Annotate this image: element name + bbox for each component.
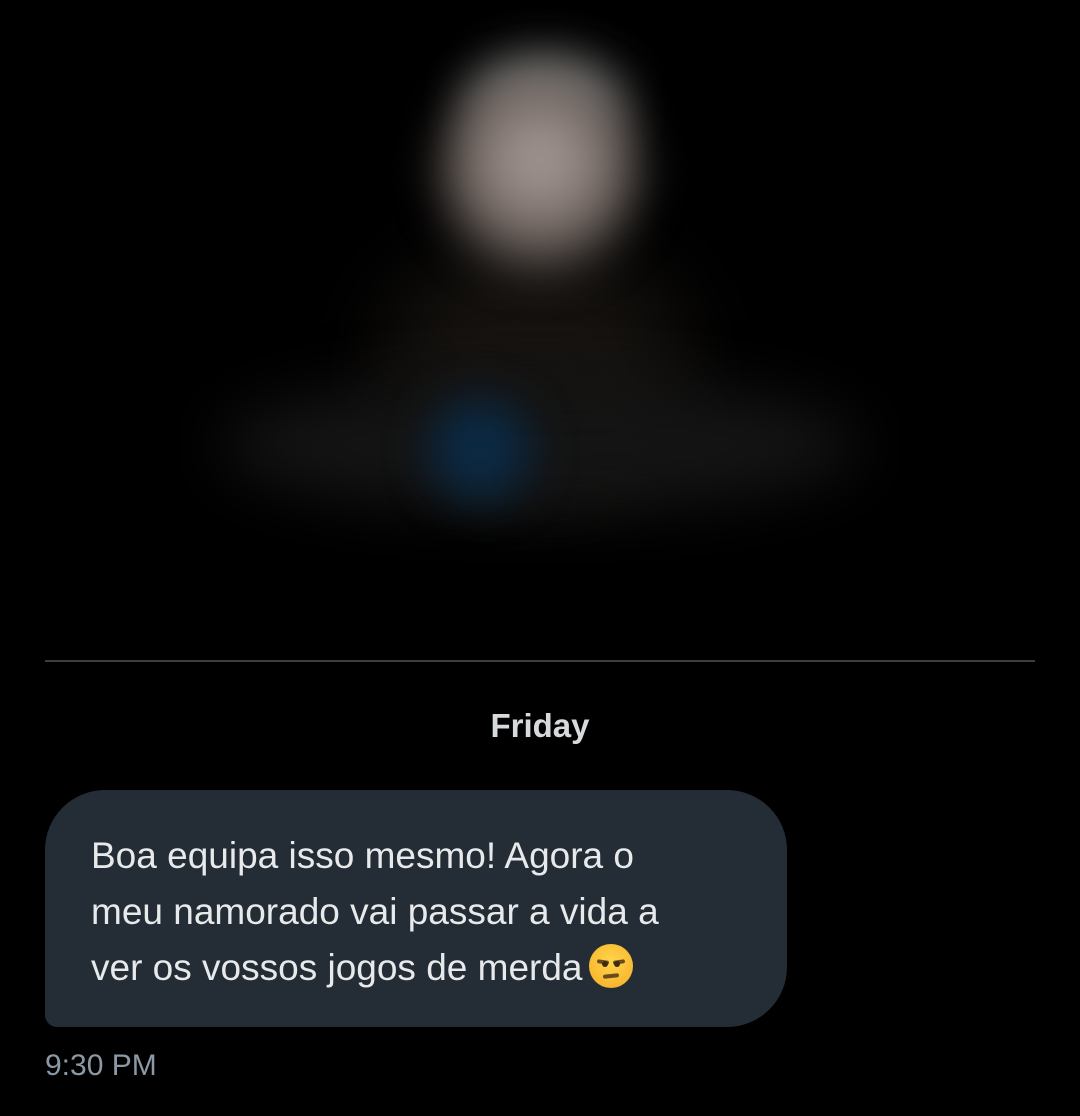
date-separator: Friday — [490, 707, 590, 744]
emoji-pupil-left — [601, 961, 608, 967]
emoji-pupil-right — [613, 961, 620, 967]
blurred-profile-photo — [0, 0, 1080, 640]
message-bubble[interactable]: Boa equipa isso mesmo! Agora o meu namor… — [45, 790, 787, 1027]
photo-blur-arms — [220, 380, 860, 510]
unamused-face-icon — [588, 944, 633, 988]
section-divider — [45, 660, 1035, 662]
message-text-content: Boa equipa isso mesmo! Agora o meu namor… — [91, 835, 659, 988]
message-timestamp: 9:30 PM — [45, 1049, 157, 1082]
message-text: Boa equipa isso mesmo! Agora o meu namor… — [91, 828, 747, 996]
emoji-mouth — [602, 973, 619, 979]
photo-blur-blue — [430, 400, 530, 500]
photo-blur-head — [440, 70, 640, 270]
